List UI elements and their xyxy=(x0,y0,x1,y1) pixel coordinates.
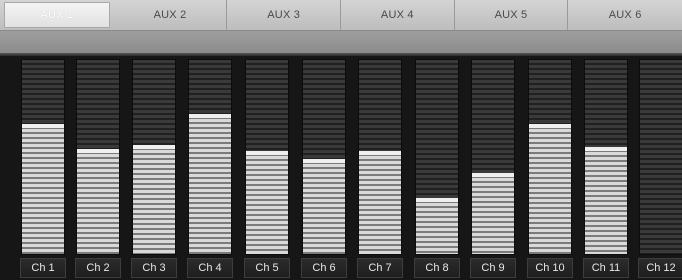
tab-aux-5[interactable]: AUX 5 xyxy=(455,0,569,30)
meter-fill xyxy=(585,147,627,254)
channel-strip-8: Ch 8 xyxy=(412,56,462,280)
aux-tab-bar: AUX 1 AUX 2 AUX 3 AUX 4 AUX 5 AUX 6 xyxy=(0,0,682,31)
tab-label: AUX 1 xyxy=(40,9,74,21)
channel-label[interactable]: Ch 8 xyxy=(414,258,460,278)
channel-label[interactable]: Ch 10 xyxy=(527,258,573,278)
tab-aux-3[interactable]: AUX 3 xyxy=(227,0,341,30)
meter-fill xyxy=(77,149,119,254)
level-meter[interactable] xyxy=(302,59,346,255)
meter-bank: Ch 1 Ch 2 Ch 3 Ch 4 Ch 5 Ch 6 Ch 7 Ch 8 … xyxy=(0,56,682,280)
channel-strip-5: Ch 5 xyxy=(242,56,292,280)
meter-fill xyxy=(22,124,64,254)
tab-aux-1[interactable]: AUX 1 xyxy=(4,2,110,28)
channel-label[interactable]: Ch 5 xyxy=(244,258,290,278)
level-meter[interactable] xyxy=(132,59,176,255)
channel-label[interactable]: Ch 3 xyxy=(131,258,177,278)
channel-label[interactable]: Ch 6 xyxy=(301,258,347,278)
tab-label: AUX 2 xyxy=(153,9,187,21)
level-meter[interactable] xyxy=(584,59,628,255)
channel-strip-11: Ch 11 xyxy=(581,56,631,280)
meter-fill xyxy=(303,159,345,254)
channel-strip-12: Ch 12 xyxy=(636,56,682,280)
meter-fill xyxy=(246,151,288,254)
tab-label: AUX 4 xyxy=(380,9,414,21)
level-meter[interactable] xyxy=(245,59,289,255)
channel-strip-1: Ch 1 xyxy=(18,56,68,280)
channel-label[interactable]: Ch 12 xyxy=(638,258,682,278)
channel-label[interactable]: Ch 11 xyxy=(583,258,629,278)
level-meter[interactable] xyxy=(639,59,682,255)
tab-label: AUX 6 xyxy=(608,9,642,21)
meter-fill xyxy=(189,114,231,254)
tab-aux-2[interactable]: AUX 2 xyxy=(114,0,228,30)
channel-strip-2: Ch 2 xyxy=(73,56,123,280)
level-meter[interactable] xyxy=(358,59,402,255)
channel-strip-7: Ch 7 xyxy=(355,56,405,280)
channel-strip-10: Ch 10 xyxy=(525,56,575,280)
meter-fill xyxy=(529,124,571,254)
channel-strip-3: Ch 3 xyxy=(129,56,179,280)
meter-fill xyxy=(359,151,401,254)
channel-label[interactable]: Ch 2 xyxy=(75,258,121,278)
tab-aux-4[interactable]: AUX 4 xyxy=(341,0,455,30)
meter-fill xyxy=(416,198,458,254)
meter-fill xyxy=(133,145,175,254)
channel-label[interactable]: Ch 1 xyxy=(20,258,66,278)
channel-label[interactable]: Ch 9 xyxy=(470,258,516,278)
channel-label[interactable]: Ch 4 xyxy=(187,258,233,278)
channel-strip-4: Ch 4 xyxy=(185,56,235,280)
level-meter[interactable] xyxy=(76,59,120,255)
level-meter[interactable] xyxy=(415,59,459,255)
channel-label[interactable]: Ch 7 xyxy=(357,258,403,278)
channel-strip-9: Ch 9 xyxy=(468,56,518,280)
meter-fill xyxy=(472,173,514,254)
tab-label: AUX 3 xyxy=(267,9,301,21)
level-meter[interactable] xyxy=(471,59,515,255)
header-band xyxy=(0,31,682,53)
level-meter[interactable] xyxy=(21,59,65,255)
tab-label: AUX 5 xyxy=(494,9,528,21)
level-meter[interactable] xyxy=(528,59,572,255)
tab-aux-6[interactable]: AUX 6 xyxy=(568,0,682,30)
level-meter[interactable] xyxy=(188,59,232,255)
channel-strip-6: Ch 6 xyxy=(299,56,349,280)
